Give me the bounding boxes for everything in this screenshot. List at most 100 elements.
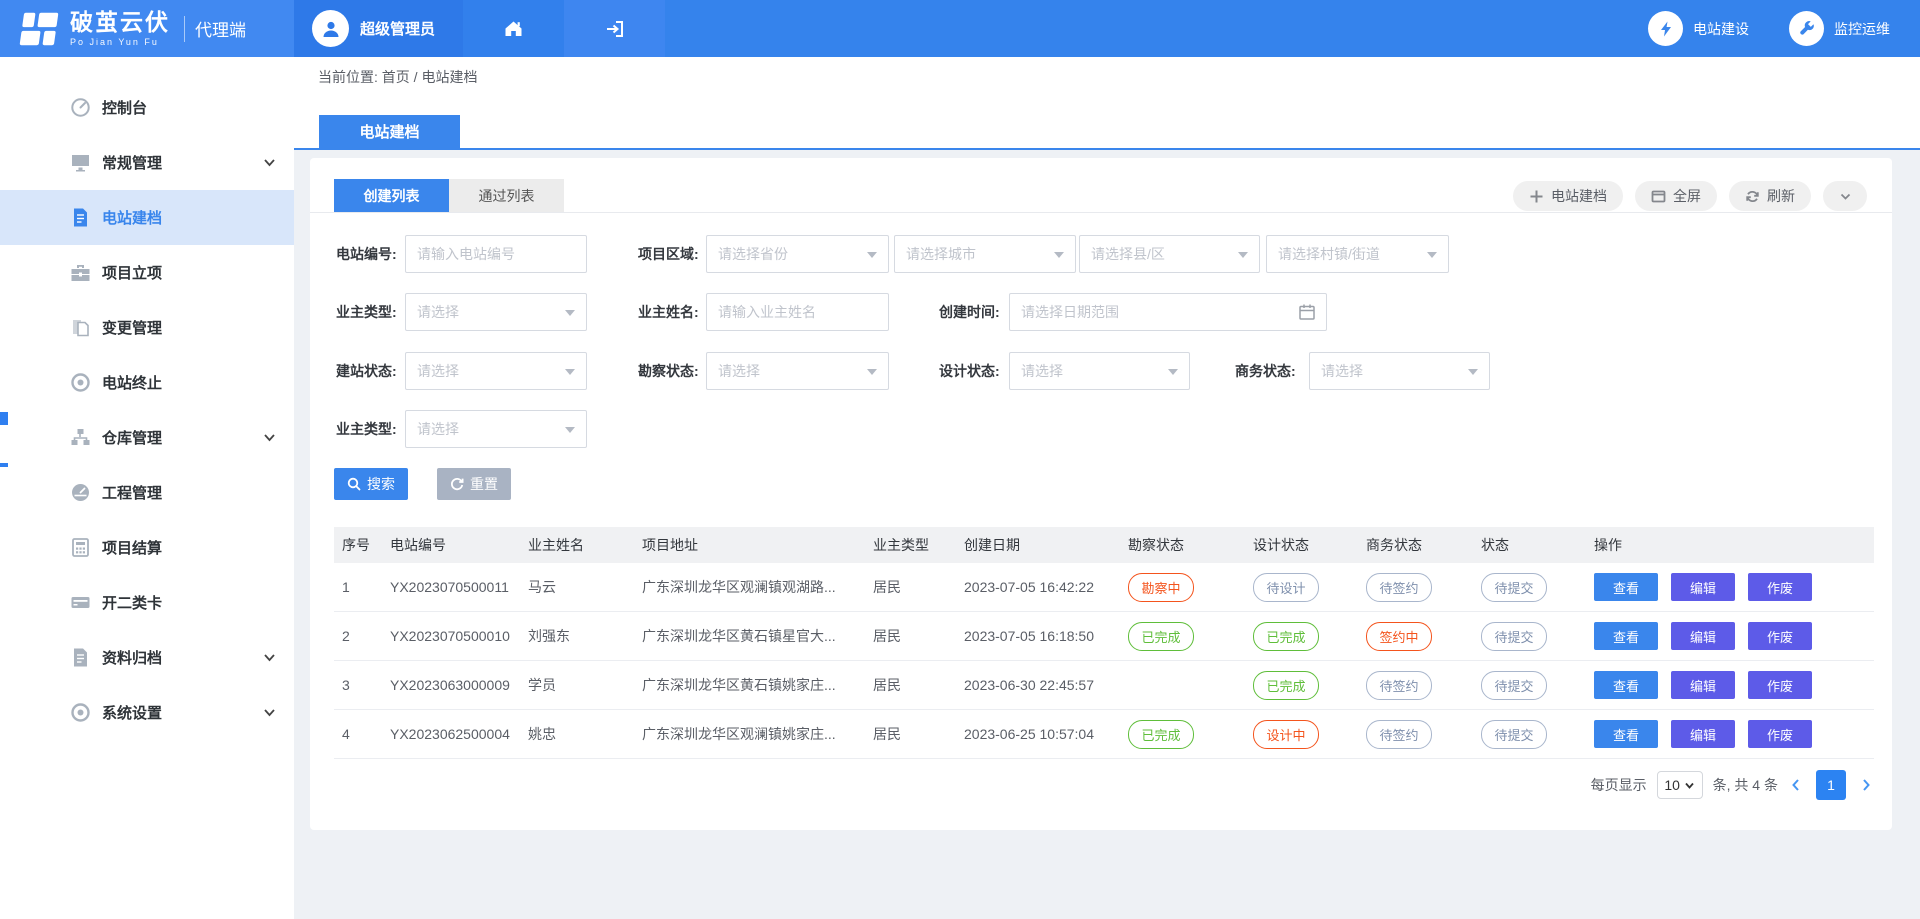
build-status-select[interactable]: 请选择 — [405, 352, 587, 390]
status-badge: 待签约 — [1366, 720, 1432, 749]
sidebar-scrollbar[interactable] — [0, 412, 8, 425]
date-range-picker[interactable]: 请选择日期范围 — [1009, 293, 1327, 331]
page-tab-station-archive[interactable]: 电站建档 — [319, 115, 460, 148]
owner-name-input[interactable] — [706, 293, 889, 331]
page-tab-underline — [294, 148, 1920, 150]
select-arrow-icon — [565, 369, 575, 380]
status-badge: 设计中 — [1253, 720, 1319, 749]
top-header: 破茧云伏 Po Jian Yun Fu 代理端 超级管理员 — [0, 0, 1920, 57]
select-arrow-icon — [1168, 369, 1178, 380]
owner-type-label: 业主类型: — [336, 293, 397, 331]
logout-button[interactable] — [564, 0, 665, 57]
prev-page-icon[interactable] — [1788, 777, 1804, 793]
user-name: 超级管理员 — [360, 18, 435, 39]
view-button[interactable]: 查看 — [1594, 622, 1658, 650]
edit-button[interactable]: 编辑 — [1671, 720, 1735, 748]
collapse-button[interactable] — [1823, 181, 1867, 211]
sidebar-item-data-archive[interactable]: 资料归档 — [0, 630, 294, 685]
add-station-button[interactable]: 电站建档 — [1513, 181, 1623, 211]
plus-icon — [1529, 189, 1544, 204]
station-no-input[interactable] — [405, 235, 587, 273]
void-button[interactable]: 作废 — [1748, 573, 1812, 601]
owner-type2-select[interactable]: 请选择 — [405, 410, 587, 448]
breadcrumb-strip: 当前位置: 首页 / 电站建档 电站建档 — [294, 57, 1920, 150]
fullscreen-button[interactable]: 全屏 — [1635, 181, 1717, 211]
quick-link-monitor-ops[interactable]: 监控运维 — [1789, 11, 1890, 46]
fullscreen-icon — [1651, 189, 1666, 204]
stations-table: 序号 电站编号 业主姓名 项目地址 业主类型 创建日期 勘察状态 设计状态 商务… — [334, 527, 1874, 759]
city-select[interactable]: 请选择城市 — [894, 235, 1076, 273]
edit-button[interactable]: 编辑 — [1671, 573, 1735, 601]
home-button[interactable] — [463, 0, 564, 57]
design-status-select[interactable]: 请选择 — [1009, 352, 1190, 390]
reset-button[interactable]: 重置 — [437, 468, 511, 500]
lightning-icon — [1648, 11, 1683, 46]
breadcrumb-path[interactable]: 首页 / 电站建档 — [382, 69, 478, 85]
filter-row-2: 业主类型: 请选择 业主姓名: 创建时间: 请选择日期范围 — [310, 293, 1892, 331]
page-number-button[interactable]: 1 — [1816, 770, 1846, 800]
tabs-divider — [310, 212, 1892, 213]
tab-create-list[interactable]: 创建列表 — [334, 179, 449, 212]
user-menu[interactable]: 超级管理员 — [294, 0, 463, 57]
edit-button[interactable]: 编辑 — [1671, 671, 1735, 699]
sidebar-item-general-mgmt[interactable]: 常规管理 — [0, 135, 294, 190]
status-badge: 勘察中 — [1128, 573, 1194, 602]
table-header: 序号 电站编号 业主姓名 项目地址 业主类型 创建日期 勘察状态 设计状态 商务… — [334, 527, 1874, 563]
calendar-icon — [1298, 303, 1316, 321]
province-select[interactable]: 请选择省份 — [706, 235, 889, 273]
view-button[interactable]: 查看 — [1594, 671, 1658, 699]
logo: 破茧云伏 Po Jian Yun Fu 代理端 — [0, 0, 294, 57]
card-toolbar: 电站建档 全屏 刷新 — [1513, 181, 1867, 211]
owner-name-label: 业主姓名: — [638, 293, 699, 331]
void-button[interactable]: 作废 — [1748, 671, 1812, 699]
user-icon — [320, 18, 342, 40]
survey-status-select[interactable]: 请选择 — [706, 352, 889, 390]
edit-button[interactable]: 编辑 — [1671, 622, 1735, 650]
business-status-label: 商务状态: — [1235, 352, 1296, 390]
table-row: 3 YX2023063000009 学员 广东深圳龙华区黄石镇姚家庄... 居民… — [334, 661, 1874, 710]
tab-passed-list[interactable]: 通过列表 — [449, 179, 564, 212]
select-arrow-icon — [1427, 252, 1437, 263]
sidebar-item-system-settings[interactable]: 系统设置 — [0, 685, 294, 740]
sidebar-item-station-archive[interactable]: 电站建档 — [0, 190, 294, 245]
sidebar-item-station-terminate[interactable]: 电站终止 — [0, 355, 294, 410]
void-button[interactable]: 作废 — [1748, 720, 1812, 748]
status-badge: 签约中 — [1366, 622, 1432, 651]
calculator-icon — [70, 537, 91, 558]
sidebar-item-type2-card[interactable]: 开二类卡 — [0, 575, 294, 630]
sidebar-item-warehouse-mgmt[interactable]: 仓库管理 — [0, 410, 294, 465]
search-icon — [347, 477, 361, 491]
sitemap-icon — [70, 427, 91, 448]
sidebar-item-project-settlement[interactable]: 项目结算 — [0, 520, 294, 575]
filter-row-1: 电站编号: 项目区域: 请选择省份 请选择城市 请选择县/区 请选择村镇/街道 — [310, 235, 1892, 273]
view-button[interactable]: 查看 — [1594, 720, 1658, 748]
select-arrow-icon — [565, 427, 575, 438]
sidebar-item-console[interactable]: 控制台 — [0, 80, 294, 135]
town-select[interactable]: 请选择村镇/街道 — [1266, 235, 1449, 273]
record-icon — [70, 372, 91, 393]
status-badge: 已完成 — [1128, 622, 1194, 651]
station-no-label: 电站编号: — [336, 235, 397, 273]
sidebar-item-engineering-mgmt[interactable]: 工程管理 — [0, 465, 294, 520]
next-page-icon[interactable] — [1858, 777, 1874, 793]
view-button[interactable]: 查看 — [1594, 573, 1658, 601]
sidebar-item-project-initiation[interactable]: 项目立项 — [0, 245, 294, 300]
status-badge: 已完成 — [1253, 622, 1319, 651]
chevron-down-icon — [1684, 780, 1695, 791]
quick-link-station-build[interactable]: 电站建设 — [1648, 11, 1749, 46]
logo-divider — [184, 16, 185, 42]
refresh-button[interactable]: 刷新 — [1729, 181, 1811, 211]
archive-icon — [70, 647, 91, 668]
per-page-select[interactable]: 10 — [1657, 771, 1703, 799]
chevron-down-icon — [263, 706, 276, 719]
table-row: 4 YX2023062500004 姚忠 广东深圳龙华区观澜镇姚家庄... 居民… — [334, 710, 1874, 759]
void-button[interactable]: 作废 — [1748, 622, 1812, 650]
owner-type-select[interactable]: 请选择 — [405, 293, 587, 331]
district-select[interactable]: 请选择县/区 — [1079, 235, 1260, 273]
avatar — [312, 10, 349, 47]
business-status-select[interactable]: 请选择 — [1309, 352, 1490, 390]
gauge-icon — [70, 97, 91, 118]
search-button[interactable]: 搜索 — [334, 468, 408, 500]
sidebar-item-change-mgmt[interactable]: 变更管理 — [0, 300, 294, 355]
status-badge: 待提交 — [1481, 720, 1547, 749]
